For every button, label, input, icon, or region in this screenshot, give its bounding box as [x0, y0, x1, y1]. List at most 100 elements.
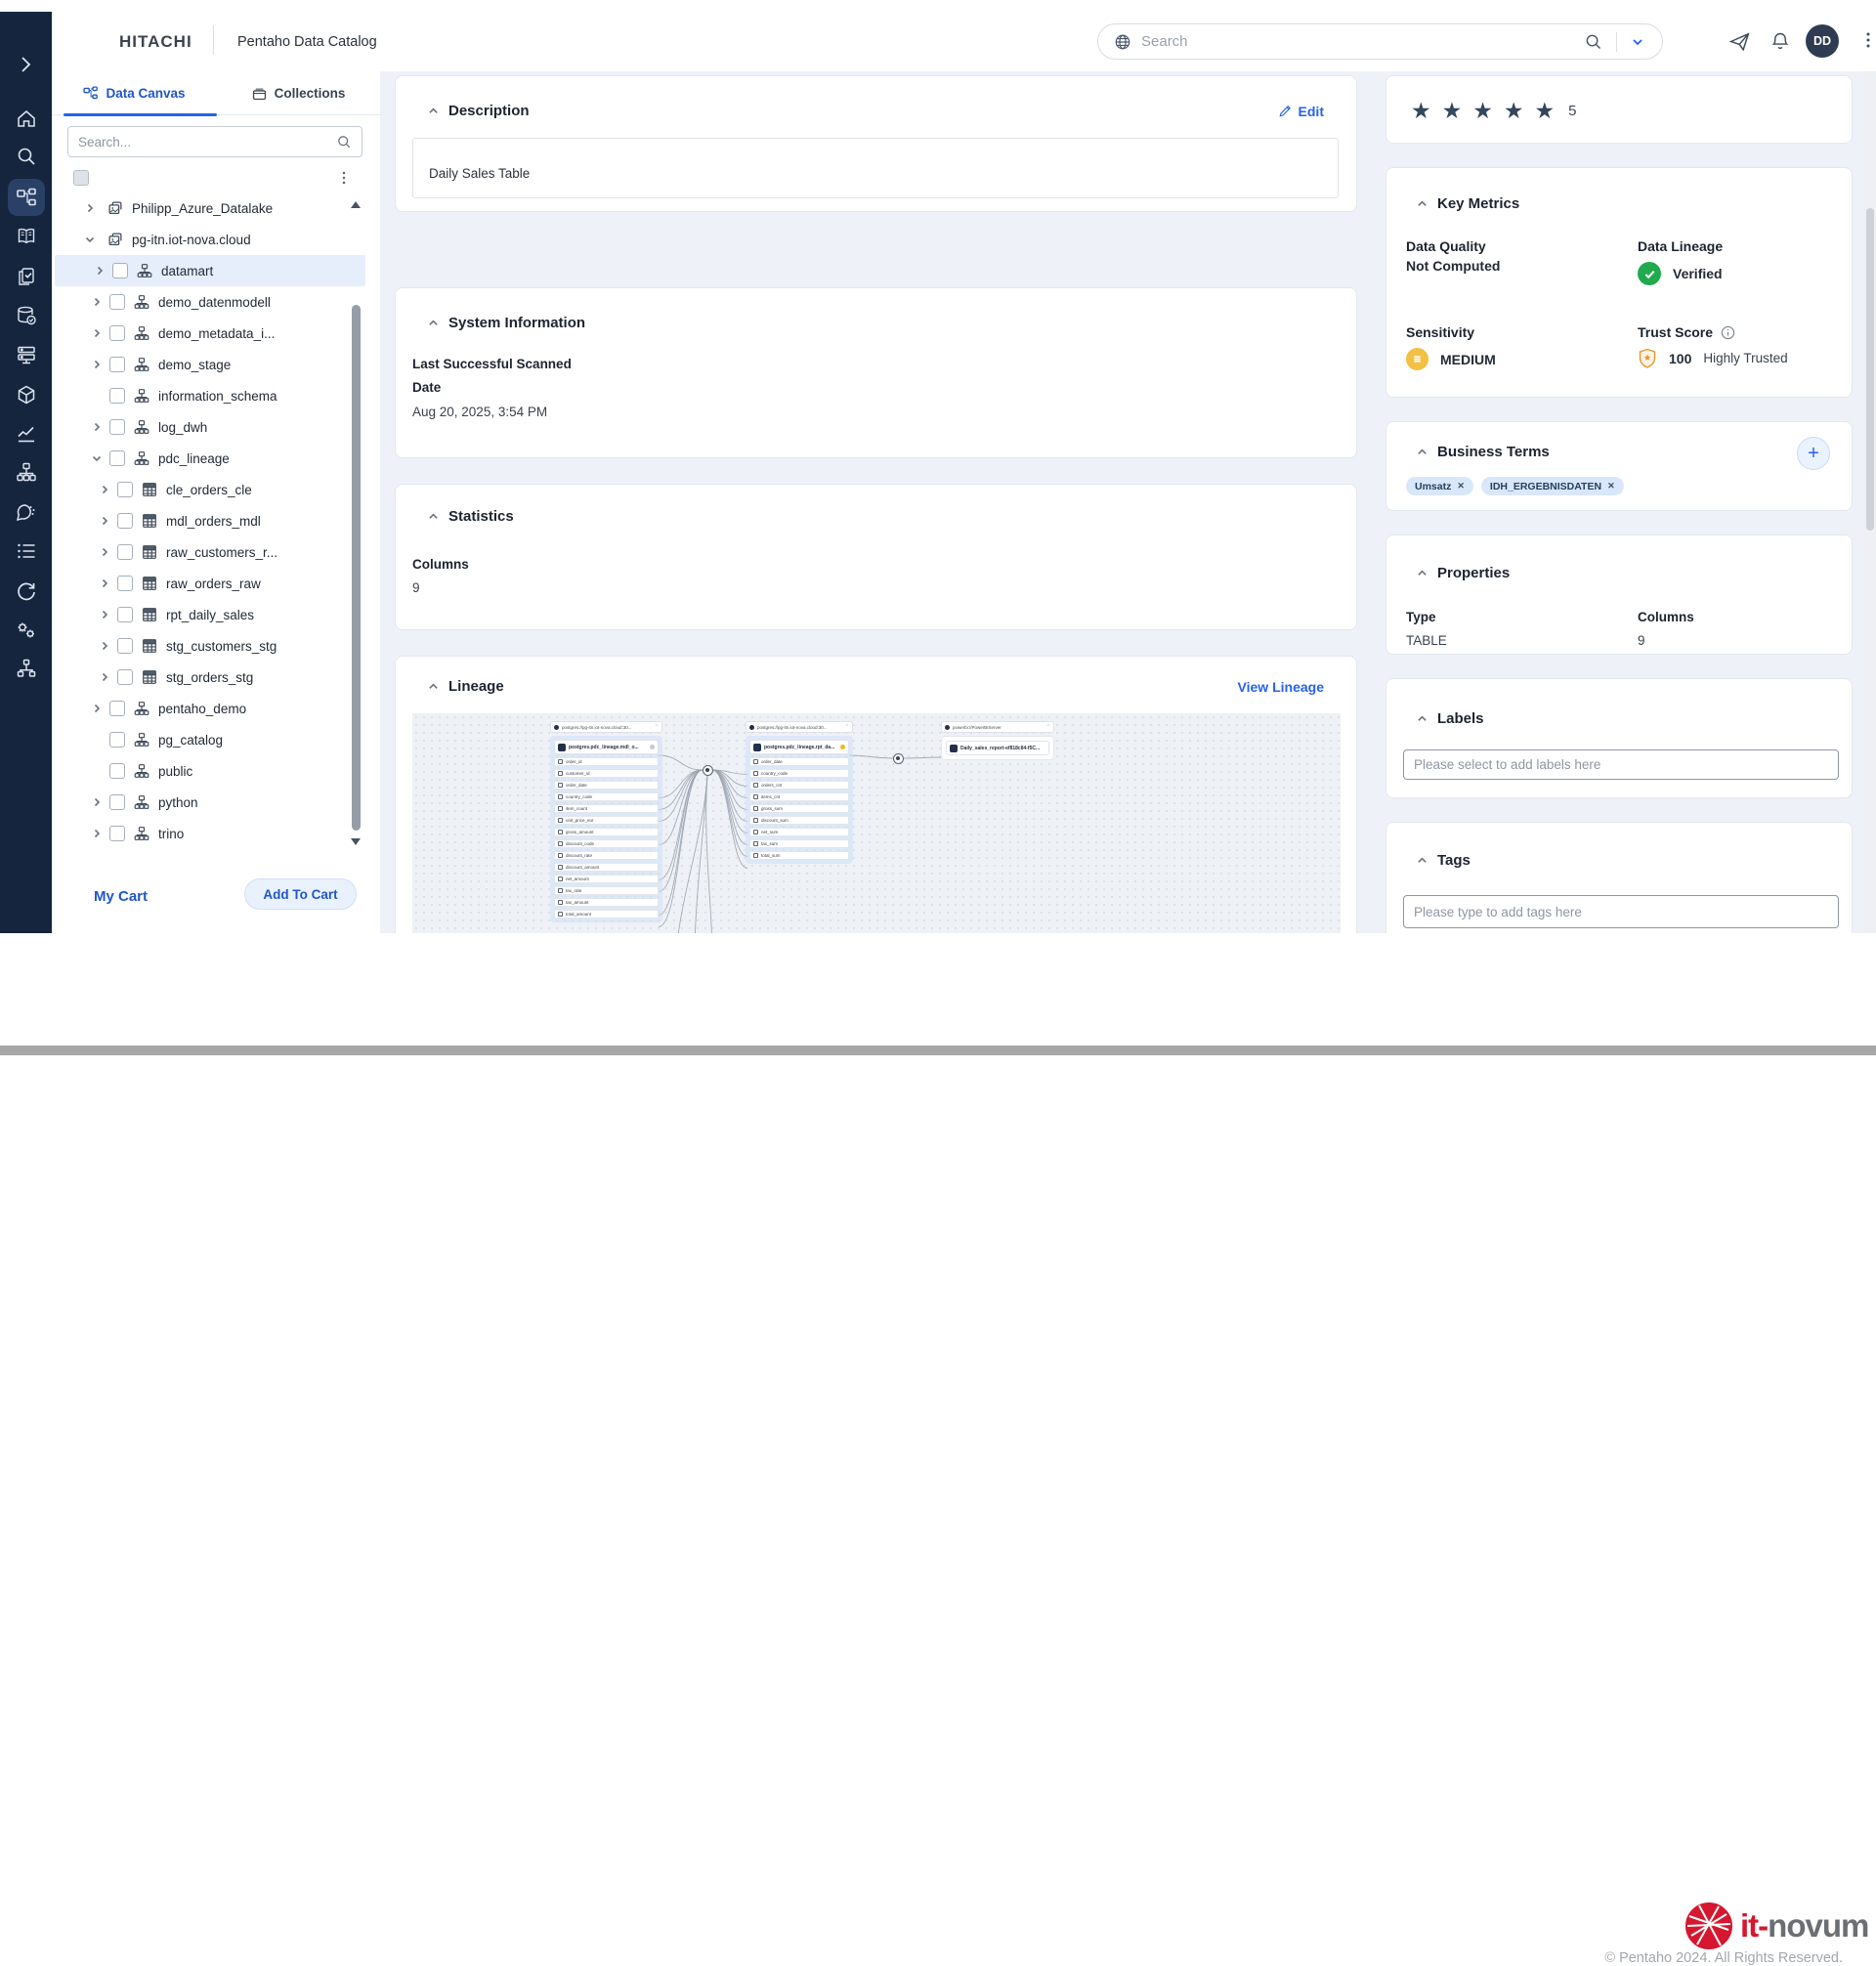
star-icon[interactable]: ★ — [1442, 98, 1463, 124]
tree-item-stg-customers-stg[interactable]: stg_customers_stg — [52, 630, 380, 662]
list-icon[interactable] — [15, 539, 38, 563]
remove-term-icon[interactable]: ✕ — [1457, 481, 1465, 492]
lineage-group-header[interactable]: postgres://pg-itn.iot-nova.cloud:30...⌃ — [550, 721, 662, 733]
lineage-column[interactable]: gross_amount — [554, 828, 659, 836]
collapse-icon[interactable] — [1417, 713, 1428, 724]
lineage-column[interactable]: items_cnt — [749, 792, 849, 801]
tree-search[interactable] — [67, 126, 362, 157]
lineage-column[interactable]: discount_amount — [554, 863, 659, 872]
tree-item-philipp-azure-datalake[interactable]: Philipp_Azure_Datalake — [52, 192, 380, 224]
lineage-column[interactable]: total_sum — [749, 851, 849, 860]
edit-button[interactable]: Edit — [1278, 104, 1324, 119]
chevron-right-icon[interactable] — [96, 609, 113, 620]
lineage-column[interactable]: customer_id — [554, 769, 659, 778]
lineage-group-header[interactable]: postgres://pg-itn.iot-nova.cloud:30...⌃ — [746, 721, 853, 733]
policy-pages-icon[interactable] — [15, 265, 38, 288]
chevron-down-icon[interactable] — [1631, 35, 1644, 49]
collapse-icon[interactable]: ⌃ — [845, 724, 849, 730]
collapse-icon[interactable] — [428, 511, 439, 522]
lineage-column[interactable]: total_amount — [554, 910, 659, 919]
row-checkbox[interactable] — [117, 607, 133, 622]
sitemap-icon[interactable] — [15, 460, 38, 484]
row-checkbox[interactable] — [109, 325, 125, 341]
tree-item-demo-stage[interactable]: demo_stage — [52, 349, 380, 380]
row-checkbox[interactable] — [109, 294, 125, 310]
tree-item-information-schema[interactable]: information_schema — [52, 380, 380, 411]
select-all-checkbox[interactable] — [73, 170, 89, 186]
tree-search-input[interactable] — [78, 135, 336, 150]
lineage-column[interactable]: discount_rate — [554, 851, 659, 860]
collapse-icon[interactable] — [1417, 198, 1428, 209]
tree-item-log-dwh[interactable]: log_dwh — [52, 411, 380, 443]
collapse-icon[interactable] — [428, 681, 439, 692]
tree-item-raw-orders-raw[interactable]: raw_orders_raw — [52, 568, 380, 599]
tree-scrollbar-thumb[interactable] — [352, 305, 361, 831]
lineage-table-node[interactable]: postgres.pdc_lineage.mdl_o... — [554, 740, 659, 754]
chevron-right-icon[interactable] — [88, 327, 106, 339]
star-icon[interactable]: ★ — [1504, 98, 1524, 124]
row-checkbox[interactable] — [109, 794, 125, 810]
star-icon[interactable]: ★ — [1472, 98, 1493, 124]
collapse-icon[interactable] — [1417, 568, 1428, 578]
row-checkbox[interactable] — [112, 263, 128, 278]
chevron-right-icon[interactable] — [96, 515, 113, 527]
send-icon[interactable] — [1728, 30, 1751, 53]
kebab-menu-icon[interactable] — [335, 169, 353, 187]
lineage-column[interactable]: discount_code — [554, 839, 659, 848]
chevron-down-icon[interactable] — [88, 452, 106, 464]
collapse-icon[interactable] — [428, 318, 439, 328]
chevron-right-icon[interactable] — [88, 296, 106, 308]
lineage-column[interactable]: country_code — [554, 792, 659, 801]
tree-item-raw-customers-r-[interactable]: raw_customers_r... — [52, 536, 380, 568]
lineage-diagram[interactable]: postgres://pg-itn.iot-nova.cloud:30...⌃ p… — [412, 713, 1341, 933]
view-lineage-link[interactable]: View Lineage — [1238, 679, 1324, 695]
tree-item-rpt-daily-sales[interactable]: rpt_daily_sales — [52, 599, 380, 630]
tree-item-cle-orders-cle[interactable]: cle_orders_cle — [52, 474, 380, 505]
lineage-column[interactable]: order_date — [554, 781, 659, 790]
row-checkbox[interactable] — [109, 450, 125, 466]
sync-icon[interactable] — [15, 579, 38, 603]
row-checkbox[interactable] — [117, 482, 133, 497]
row-checkbox[interactable] — [109, 701, 125, 716]
chevron-right-icon[interactable] — [96, 577, 113, 589]
row-checkbox[interactable] — [109, 419, 125, 435]
avatar[interactable]: DD — [1806, 24, 1839, 58]
tree-item-demo-datenmodell[interactable]: demo_datenmodell — [52, 286, 380, 318]
chevron-right-icon[interactable] — [88, 359, 106, 370]
catalog-book-icon[interactable] — [15, 225, 38, 248]
lineage-column[interactable]: net_sum — [749, 828, 849, 836]
row-checkbox[interactable] — [117, 669, 133, 685]
gears-icon[interactable] — [15, 619, 38, 642]
tree-item-pg-catalog[interactable]: pg_catalog — [52, 724, 380, 755]
tree-item-public[interactable]: public — [52, 755, 380, 787]
add-to-cart-button[interactable]: Add To Cart — [244, 878, 357, 910]
lineage-column[interactable]: orders_cnt — [749, 781, 849, 790]
star-icon[interactable]: ★ — [1411, 98, 1431, 124]
star-rating[interactable]: ★★★★★5 — [1411, 98, 1576, 124]
lineage-group-header[interactable]: powerbi://PowerBIServer⌃ — [941, 721, 1054, 733]
chevron-right-icon[interactable] — [96, 546, 113, 558]
lineage-table-node[interactable]: postgres.pdc_lineage.rpt_da... — [749, 740, 849, 754]
tab-collections[interactable]: Collections — [216, 71, 380, 114]
tree-item-pg-itn-iot-nova-cloud[interactable]: pg-itn.iot-nova.cloud — [52, 224, 380, 255]
chevron-right-icon[interactable] — [96, 640, 113, 652]
collapse-icon[interactable]: ⌃ — [655, 724, 659, 730]
kebab-menu-icon[interactable] — [1858, 30, 1876, 50]
collapse-icon[interactable] — [428, 106, 439, 116]
chevron-right-icon[interactable] — [96, 484, 113, 495]
lineage-column[interactable]: unit_price_eur — [554, 816, 659, 825]
tags-input[interactable] — [1403, 895, 1839, 928]
row-checkbox[interactable] — [109, 388, 125, 404]
row-checkbox[interactable] — [117, 513, 133, 529]
chevron-down-icon[interactable] — [81, 234, 99, 245]
lineage-table-node[interactable]: Daily_sales_report-ef818c84-f5C... — [946, 741, 1049, 755]
data-canvas-icon[interactable] — [8, 179, 45, 216]
remove-term-icon[interactable]: ✕ — [1607, 481, 1615, 492]
ai-assistant-icon[interactable] — [15, 501, 38, 525]
lineage-hub-node[interactable] — [893, 753, 904, 764]
row-checkbox[interactable] — [109, 826, 125, 841]
horizontal-scrollbar[interactable] — [0, 1046, 1876, 1055]
chevron-right-icon[interactable] — [88, 828, 106, 839]
tab-data-canvas[interactable]: Data Canvas — [52, 71, 216, 114]
info-icon[interactable] — [1721, 325, 1735, 340]
